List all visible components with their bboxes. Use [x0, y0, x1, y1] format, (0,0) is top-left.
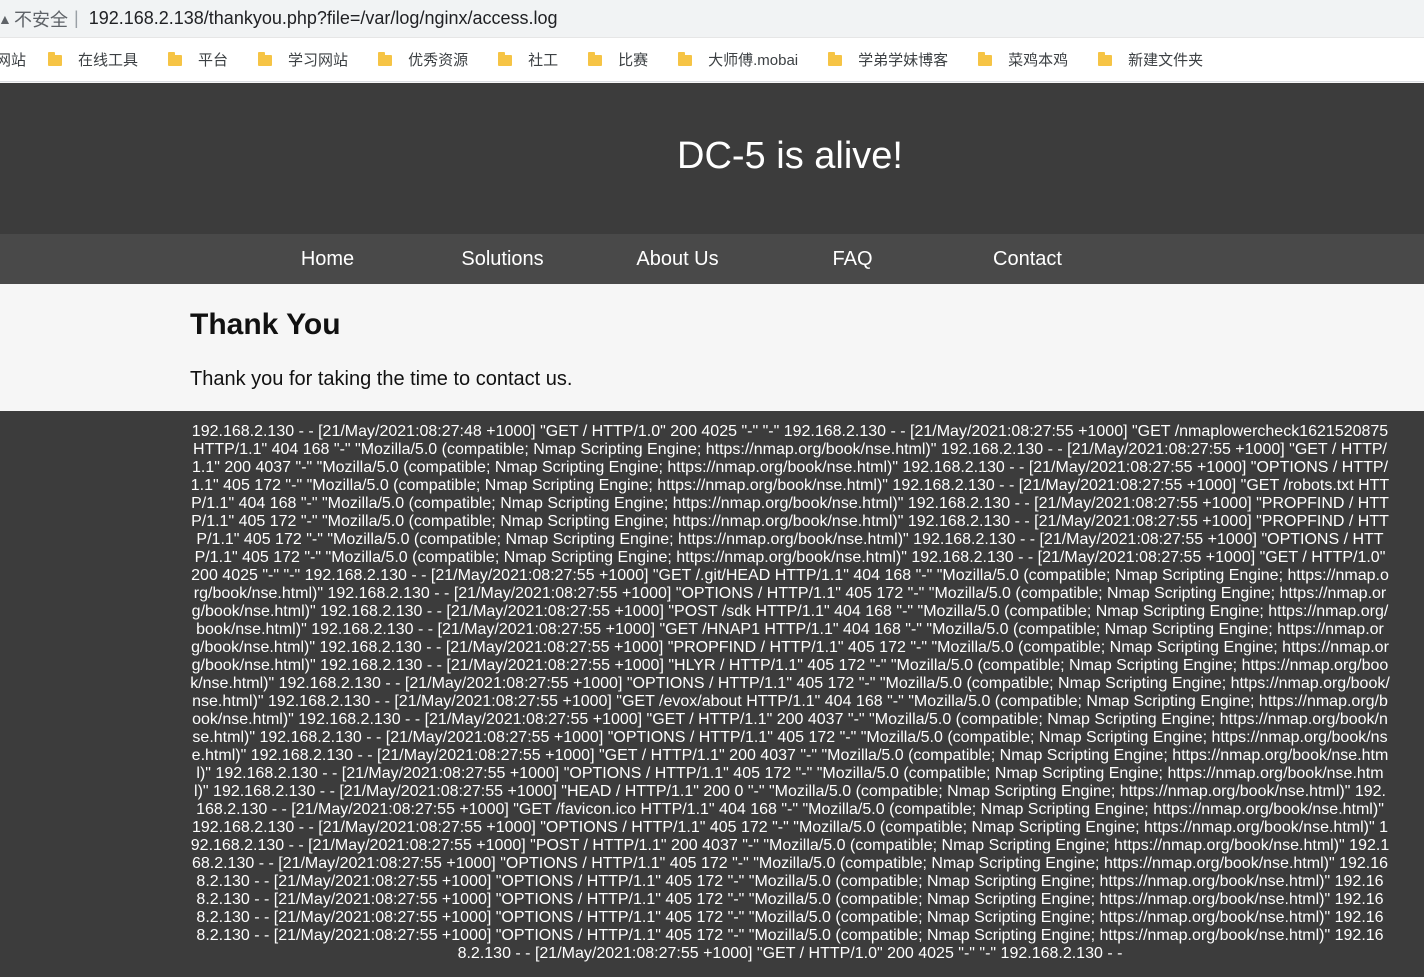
bookmark-label: 学弟学妹博客 — [858, 52, 949, 69]
bookmark-label: 大师傅.mobai — [708, 52, 799, 69]
nav-home[interactable]: Home — [240, 234, 415, 284]
folder-icon — [258, 52, 273, 66]
folder-icon — [978, 52, 993, 66]
bookmark-folder[interactable]: 学习网站 — [258, 49, 348, 70]
bookmark-folder[interactable]: 新建文件夹 — [1098, 49, 1203, 70]
bookmark-label: 平台 — [198, 52, 229, 69]
warning-triangle-icon[interactable]: ▲ — [0, 11, 12, 27]
folder-icon — [378, 52, 393, 66]
bookmark-folder[interactable]: 在线工具 — [48, 49, 138, 70]
log-output-area: 192.168.2.130 - - [21/May/2021:08:27:48 … — [0, 411, 1424, 977]
bookmark-label: 社工 — [528, 52, 559, 69]
bookmarks-bar: 网站 在线工具 平台 学习网站 优秀资源 社工 比赛 大师傅.mobai 学弟学… — [0, 38, 1424, 82]
url-text[interactable]: 192.168.2.138/thankyou.php?file=/var/log… — [89, 8, 558, 29]
folder-icon — [498, 52, 513, 66]
address-separator: | — [74, 8, 79, 28]
folder-icon — [168, 52, 183, 66]
bookmark-item[interactable]: 网站 — [0, 49, 26, 70]
bookmark-label: 网站 — [0, 52, 27, 69]
bookmark-folder[interactable]: 平台 — [168, 49, 228, 70]
bookmark-label: 在线工具 — [78, 52, 139, 69]
address-bar[interactable]: ▲ 不安全 | 192.168.2.138/thankyou.php?file=… — [0, 0, 1424, 38]
nav-contact[interactable]: Contact — [940, 234, 1115, 284]
nav-solutions[interactable]: Solutions — [415, 234, 590, 284]
page-heading: Thank You — [190, 308, 341, 341]
bookmark-folder[interactable]: 比赛 — [588, 49, 648, 70]
content-section: Thank You Thank you for taking the time … — [0, 284, 1424, 411]
bookmark-folder[interactable]: 菜鸡本鸡 — [978, 49, 1068, 70]
site-title: DC-5 is alive! — [677, 135, 903, 177]
nav-faq[interactable]: FAQ — [765, 234, 940, 284]
bookmark-label: 新建文件夹 — [1128, 52, 1204, 69]
folder-icon — [678, 52, 693, 66]
bookmark-label: 比赛 — [618, 52, 649, 69]
access-log-text: 192.168.2.130 - - [21/May/2021:08:27:48 … — [190, 423, 1390, 962]
folder-icon — [48, 52, 63, 66]
bookmark-folder[interactable]: 社工 — [498, 49, 558, 70]
thank-you-message: Thank you for taking the time to contact… — [190, 368, 573, 390]
folder-icon — [828, 52, 843, 66]
nav-about-us[interactable]: About Us — [590, 234, 765, 284]
bookmark-folder[interactable]: 大师傅.mobai — [678, 49, 798, 70]
site-header: DC-5 is alive! — [0, 83, 1424, 234]
bookmark-label: 菜鸡本鸡 — [1008, 52, 1069, 69]
folder-icon — [1098, 52, 1113, 66]
bookmark-label: 优秀资源 — [408, 52, 469, 69]
bookmark-label: 学习网站 — [288, 52, 349, 69]
bookmark-folder[interactable]: 优秀资源 — [378, 49, 468, 70]
bookmark-folder[interactable]: 学弟学妹博客 — [828, 49, 948, 70]
main-nav: Home Solutions About Us FAQ Contact — [0, 234, 1424, 284]
insecure-label[interactable]: 不安全 — [14, 6, 68, 32]
folder-icon — [588, 52, 603, 66]
